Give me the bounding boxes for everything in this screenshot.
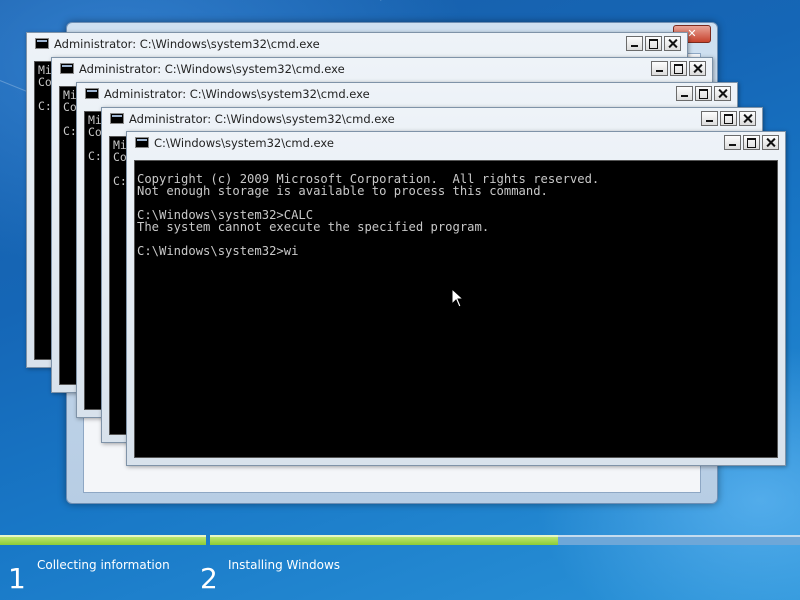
maximize-button[interactable] <box>670 61 687 76</box>
minimize-button[interactable] <box>651 61 668 76</box>
title-bar[interactable]: Administrator: C:\Windows\system32\cmd.e… <box>102 108 762 130</box>
cmd-icon <box>60 63 74 74</box>
cmd-icon <box>35 38 49 49</box>
minimize-button[interactable] <box>724 135 741 150</box>
cmd-icon <box>135 137 149 148</box>
minimize-button[interactable] <box>626 36 643 51</box>
minimize-button[interactable] <box>676 86 693 101</box>
maximize-button[interactable] <box>720 111 737 126</box>
progress-bar-step1 <box>0 535 206 545</box>
title-bar[interactable]: Administrator: C:\Windows\system32\cmd.e… <box>52 58 712 80</box>
maximize-button[interactable] <box>743 135 760 150</box>
close-button[interactable] <box>762 135 779 150</box>
wallpaper-streak <box>380 0 627 1</box>
step-label: Collecting information <box>37 558 170 572</box>
step-number: 2 <box>200 562 218 595</box>
cmd-icon <box>85 88 99 99</box>
minimize-button[interactable] <box>701 111 718 126</box>
close-button[interactable] <box>714 86 731 101</box>
window-title: Administrator: C:\Windows\system32\cmd.e… <box>54 37 320 51</box>
maximize-button[interactable] <box>645 36 662 51</box>
window-title: Administrator: C:\Windows\system32\cmd.e… <box>79 62 345 76</box>
close-button[interactable] <box>689 61 706 76</box>
cmd-icon <box>110 113 124 124</box>
window-title: C:\Windows\system32\cmd.exe <box>154 136 334 150</box>
step-number: 1 <box>8 562 26 595</box>
setup-progress: 1 Collecting information 2 Installing Wi… <box>0 532 800 600</box>
console-text: Copyright (c) 2009 Microsoft Corporation… <box>137 172 600 258</box>
step-label: Installing Windows <box>228 558 341 572</box>
maximize-button[interactable] <box>695 86 712 101</box>
title-bar[interactable]: Administrator: C:\Windows\system32\cmd.e… <box>77 83 737 105</box>
close-button[interactable] <box>739 111 756 126</box>
title-bar[interactable]: Administrator: C:\Windows\system32\cmd.e… <box>27 33 687 55</box>
window-title: Administrator: C:\Windows\system32\cmd.e… <box>129 112 395 126</box>
window-title: Administrator: C:\Windows\system32\cmd.e… <box>104 87 370 101</box>
progress-bar-step2 <box>210 535 800 545</box>
mouse-pointer-icon <box>451 288 465 308</box>
close-button[interactable] <box>664 36 681 51</box>
console-area[interactable]: Copyright (c) 2009 Microsoft Corporation… <box>134 160 778 458</box>
title-bar[interactable]: C:\Windows\system32\cmd.exe <box>127 132 785 154</box>
